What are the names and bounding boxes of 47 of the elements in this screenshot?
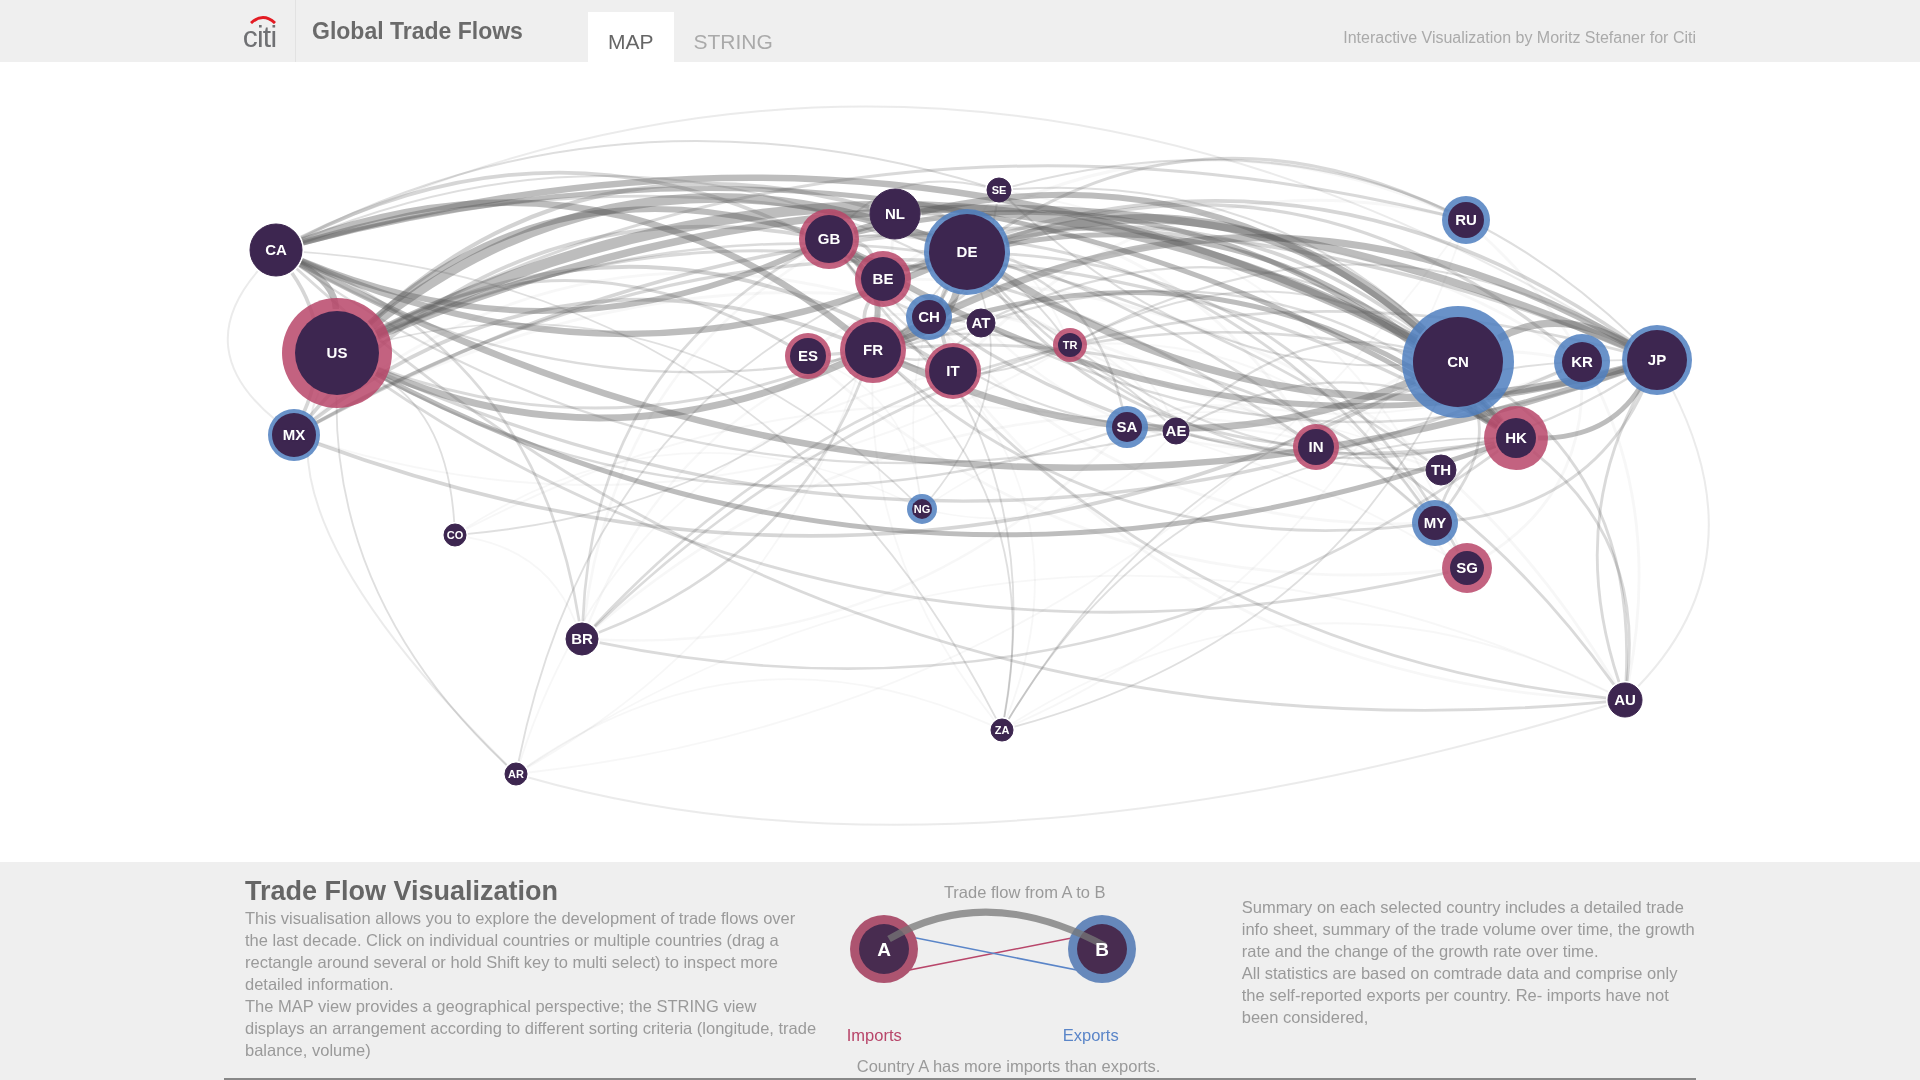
country-node[interactable]: CA [249,223,303,277]
country-node[interactable]: BE [855,251,911,307]
country-node[interactable]: ZA [990,718,1014,742]
country-node[interactable]: US [282,298,392,408]
country-node[interactable]: SG [1442,543,1492,593]
imports-label: Imports [846,1025,902,1046]
legend-title: Trade flow from A to B [942,882,1107,903]
country-node[interactable]: KR [1554,334,1610,390]
description-text: The MAP view provides a geographical perspective; the STRING view displays an arrangement according to different sorting criteria (longitude, trade balance, volume) [245,996,817,1061]
country-node[interactable]: NL [869,188,921,240]
country-node[interactable]: GB [799,209,859,269]
country-node[interactable]: DE [924,209,1010,295]
app-title: Global Trade Flows [312,16,524,46]
country-node[interactable]: SE [986,177,1012,203]
country-node[interactable]: NG [907,494,937,524]
legend-caption: Country A has more imports than exports. [856,1056,1161,1077]
country-node[interactable]: SA [1106,406,1148,448]
country-node[interactable]: MY [1412,500,1458,546]
node-letter: B [1094,939,1109,960]
country-node[interactable]: IN [1293,424,1339,470]
section-title: Trade Flow Visualization [245,875,560,907]
country-node[interactable]: IT [925,343,981,399]
country-node[interactable]: MX [268,409,320,461]
notes-text: Summary on each selected country includes a detailed trade info sheet, summary of the trade volume over time, the growth rate and the change of the growth rate over time. [1241,897,1696,962]
country-node[interactable]: TH [1425,454,1457,486]
node-letter: A [876,939,891,960]
country-node[interactable]: HK [1484,406,1548,470]
logo-text: citi [242,22,277,52]
country-node[interactable]: TR [1053,328,1087,362]
country-node[interactable]: CO [443,523,467,547]
credit-text: Interactive Visualization by Moritz Stefaner for Citi [1343,28,1696,48]
exports-label: Exports [1062,1025,1119,1046]
tab[interactable]: MAP [588,12,674,62]
arc-icon [250,15,276,24]
country-node[interactable]: CN [1402,306,1514,418]
country-node[interactable]: AU [1607,682,1643,718]
notes-text: All statistics are based on comtrade data and comprise only the self-reported exports per country. Re- imports have not been considered, [1241,963,1679,1028]
country-node[interactable]: AE [1162,417,1190,445]
country-node[interactable]: AR [504,762,528,786]
country-node[interactable]: RU [1442,196,1490,244]
country-node[interactable]: FR [840,317,906,383]
country-node[interactable]: AT [966,308,996,338]
country-node[interactable]: ES [785,333,831,379]
country-node[interactable]: BR [565,622,599,656]
description-text: This visualisation allows you to explore the development of trade flows over the last decade. Click on individual countries or multiple countries (drag a rectangle around several or hold Shift key to multi select) to inspect more detailed information. [245,908,797,995]
country-node[interactable]: CH [906,294,952,340]
country-node[interactable]: JP [1622,325,1692,395]
